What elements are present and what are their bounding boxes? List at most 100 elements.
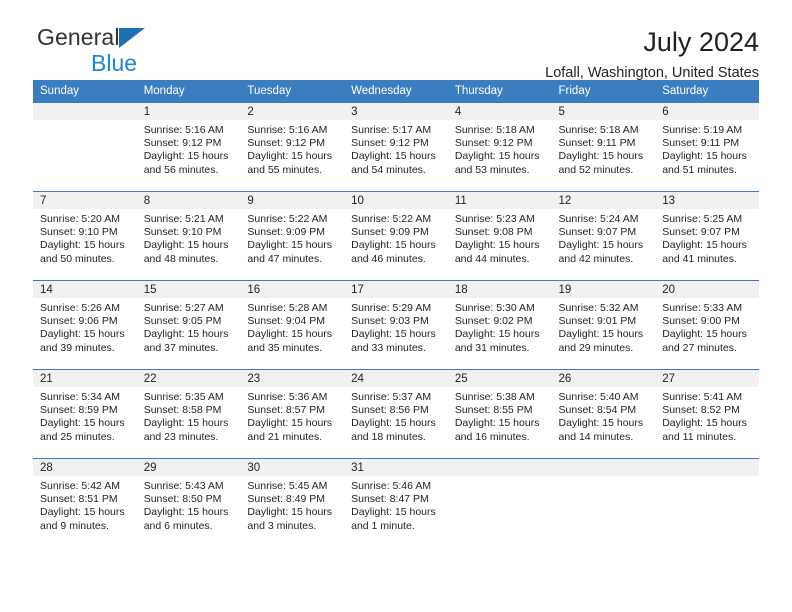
calendar-day-cell[interactable]: 17 Sunrise: 5:29 AM Sunset: 9:03 PM Dayligh… [344,280,448,370]
calendar-day-cell[interactable]: 3 Sunrise: 5:17 AM Sunset: 9:12 PM Daylight… [344,102,448,192]
sunset-text: Sunset: 8:52 PM [662,404,740,417]
calendar-day-cell[interactable]: 22 Sunrise: 5:35 AM Sunset: 8:58 PM Dayligh… [136,369,241,459]
day-cell-inner: 26 Sunrise: 5:40 AM Sunset: 8:54 PM Dayligh… [551,370,656,458]
calendar-day-cell[interactable]: 6 Sunrise: 5:19 AM Sunset: 9:11 PM Daylight… [655,102,759,192]
day-cell-inner: 6 Sunrise: 5:19 AM Sunset: 9:11 PM Daylight… [655,103,759,191]
generalblue-logo[interactable]: General Blue [33,26,233,82]
daylight-text-line1: Daylight: 15 hours [40,506,125,519]
weekday-header-monday: Monday [136,80,241,103]
day-details: Sunrise: 5:22 AM Sunset: 9:09 PM Daylight:… [240,209,344,266]
day-number: 3 [344,103,448,120]
calendar-day-cell[interactable]: 25 Sunrise: 5:38 AM Sunset: 8:55 PM Dayligh… [447,369,552,459]
daylight-text-line2: and 51 minutes. [662,163,737,176]
sunset-text: Sunset: 9:10 PM [40,226,118,239]
day-number: 27 [655,370,759,387]
calendar-day-cell[interactable]: 30 Sunrise: 5:45 AM Sunset: 8:49 PM Dayligh… [240,458,345,545]
day-number: 8 [136,192,241,209]
sunrise-text: Sunrise: 5:34 AM [40,391,120,403]
daylight-text-line2: and 1 minute. [351,519,415,532]
day-cell-inner: 30 Sunrise: 5:45 AM Sunset: 8:49 PM Dayligh… [240,459,345,545]
daylight-text-line2: and 54 minutes. [351,163,426,176]
daylight-text-line1: Daylight: 15 hours [40,417,125,430]
calendar-day-cell[interactable]: 20 Sunrise: 5:33 AM Sunset: 9:00 PM Dayligh… [655,280,759,370]
day-cell-inner: 9 Sunrise: 5:22 AM Sunset: 9:09 PM Daylight… [240,192,345,280]
day-details: Sunrise: 5:45 AM Sunset: 8:49 PM Daylight:… [240,476,344,533]
calendar-day-cell[interactable]: 12 Sunrise: 5:24 AM Sunset: 9:07 PM Dayligh… [551,191,656,281]
day-number: 7 [33,192,137,209]
day-cell-inner: 21 Sunrise: 5:34 AM Sunset: 8:59 PM Dayligh… [33,370,137,458]
calendar-day-cell[interactable]: 2 Sunrise: 5:16 AM Sunset: 9:12 PM Daylight… [240,102,345,192]
calendar-day-cell[interactable]: 10 Sunrise: 5:22 AM Sunset: 9:09 PM Dayligh… [344,191,448,281]
day-number: 30 [240,459,345,476]
sunrise-text: Sunrise: 5:32 AM [558,302,639,314]
sunrise-text: Sunrise: 5:29 AM [351,302,432,314]
sunrise-text: Sunrise: 5:41 AM [662,391,743,403]
day-number [447,459,552,476]
calendar-day-cell[interactable]: 26 Sunrise: 5:40 AM Sunset: 8:54 PM Dayligh… [551,369,656,459]
sunrise-text: Sunrise: 5:16 AM [143,124,224,136]
sunrise-text: Sunrise: 5:24 AM [558,213,639,225]
page-subtitle: Lofall, Washington, United States [545,65,759,82]
calendar-day-cell[interactable]: 7 Sunrise: 5:20 AM Sunset: 9:10 PM Daylight… [33,191,137,281]
sunset-text: Sunset: 9:04 PM [247,315,326,328]
calendar-day-cell[interactable]: 14 Sunrise: 5:26 AM Sunset: 9:06 PM Dayligh… [33,280,137,370]
day-cell-inner: 12 Sunrise: 5:24 AM Sunset: 9:07 PM Dayligh… [551,192,656,280]
calendar-day-cell[interactable]: 5 Sunrise: 5:18 AM Sunset: 9:11 PM Daylight… [551,102,656,192]
logo-triangle-icon [118,28,145,48]
logo-text-general: General [37,24,120,50]
day-number: 6 [655,103,759,120]
daylight-text-line2: and 42 minutes. [558,252,634,265]
sunset-text: Sunset: 8:50 PM [143,493,222,506]
calendar-day-cell[interactable]: 19 Sunrise: 5:32 AM Sunset: 9:01 PM Dayligh… [551,280,656,370]
day-number: 23 [240,370,345,387]
calendar-day-cell[interactable]: 8 Sunrise: 5:21 AM Sunset: 9:10 PM Daylight… [136,191,241,281]
calendar-day-cell[interactable]: 15 Sunrise: 5:27 AM Sunset: 9:05 PM Dayligh… [136,280,241,370]
calendar-day-cell[interactable]: 4 Sunrise: 5:18 AM Sunset: 9:12 PM Daylight… [447,102,552,192]
daylight-text-line1: Daylight: 15 hours [558,417,644,430]
calendar-week-row: 28 Sunrise: 5:42 AM Sunset: 8:51 PM Dayligh… [33,458,759,545]
day-cell-inner: 16 Sunrise: 5:28 AM Sunset: 9:04 PM Dayligh… [240,281,345,369]
calendar-day-cell[interactable]: 13 Sunrise: 5:25 AM Sunset: 9:07 PM Dayligh… [655,191,759,281]
day-number: 15 [136,281,241,298]
calendar-day-cell[interactable]: 24 Sunrise: 5:37 AM Sunset: 8:56 PM Dayligh… [344,369,448,459]
calendar-day-cell[interactable]: 18 Sunrise: 5:30 AM Sunset: 9:02 PM Dayligh… [447,280,552,370]
day-details: Sunrise: 5:25 AM Sunset: 9:07 PM Daylight:… [655,209,759,266]
day-cell-inner: 11 Sunrise: 5:23 AM Sunset: 9:08 PM Dayligh… [447,192,552,280]
calendar-day-cell[interactable]: 21 Sunrise: 5:34 AM Sunset: 8:59 PM Dayligh… [33,369,137,459]
sunrise-text: Sunrise: 5:43 AM [143,480,224,492]
sunrise-text: Sunrise: 5:22 AM [247,213,328,225]
day-number: 31 [344,459,448,476]
sunrise-text: Sunrise: 5:37 AM [351,391,432,403]
calendar-day-cell[interactable]: 23 Sunrise: 5:36 AM Sunset: 8:57 PM Dayligh… [240,369,345,459]
weekday-header-tuesday: Tuesday [240,80,345,103]
day-number: 19 [551,281,656,298]
calendar-day-cell[interactable]: 31 Sunrise: 5:46 AM Sunset: 8:47 PM Dayligh… [344,458,448,545]
daylight-text-line2: and 3 minutes. [247,519,317,532]
sunrise-text: Sunrise: 5:16 AM [247,124,328,136]
page-title: July 2024 [643,27,759,57]
day-number: 16 [240,281,345,298]
daylight-text-line1: Daylight: 15 hours [351,506,436,519]
sunrise-text: Sunrise: 5:20 AM [40,213,120,225]
calendar-day-cell[interactable]: 11 Sunrise: 5:23 AM Sunset: 9:08 PM Dayligh… [447,191,552,281]
calendar-day-cell[interactable]: 28 Sunrise: 5:42 AM Sunset: 8:51 PM Dayligh… [33,458,137,545]
day-details: Sunrise: 5:16 AM Sunset: 9:12 PM Daylight:… [137,120,241,177]
calendar-day-cell[interactable]: 9 Sunrise: 5:22 AM Sunset: 9:09 PM Daylight… [240,191,345,281]
day-number [33,103,137,120]
daylight-text-line1: Daylight: 15 hours [40,239,125,252]
calendar-day-cell[interactable]: 27 Sunrise: 5:41 AM Sunset: 8:52 PM Dayligh… [655,369,759,459]
daylight-text-line1: Daylight: 15 hours [454,239,540,252]
day-details: Sunrise: 5:21 AM Sunset: 9:10 PM Daylight:… [137,209,241,266]
sunrise-text: Sunrise: 5:42 AM [40,480,120,492]
daylight-text-line2: and 47 minutes. [247,252,323,265]
calendar-table: Sunday Monday Tuesday Wednesday Thursday… [33,80,759,545]
calendar-day-cell[interactable]: 1 Sunrise: 5:16 AM Sunset: 9:12 PM Daylight… [136,102,241,192]
sunrise-text: Sunrise: 5:36 AM [247,391,328,403]
calendar-day-cell[interactable]: 16 Sunrise: 5:28 AM Sunset: 9:04 PM Dayligh… [240,280,345,370]
calendar-day-cell[interactable]: 29 Sunrise: 5:43 AM Sunset: 8:50 PM Dayligh… [136,458,241,545]
daylight-text-line1: Daylight: 15 hours [454,328,540,341]
daylight-text-line2: and 56 minutes. [143,163,219,176]
sunset-text: Sunset: 8:49 PM [247,493,326,506]
daylight-text-line2: and 21 minutes. [247,430,323,443]
day-cell-inner: 4 Sunrise: 5:18 AM Sunset: 9:12 PM Daylight… [447,103,552,191]
